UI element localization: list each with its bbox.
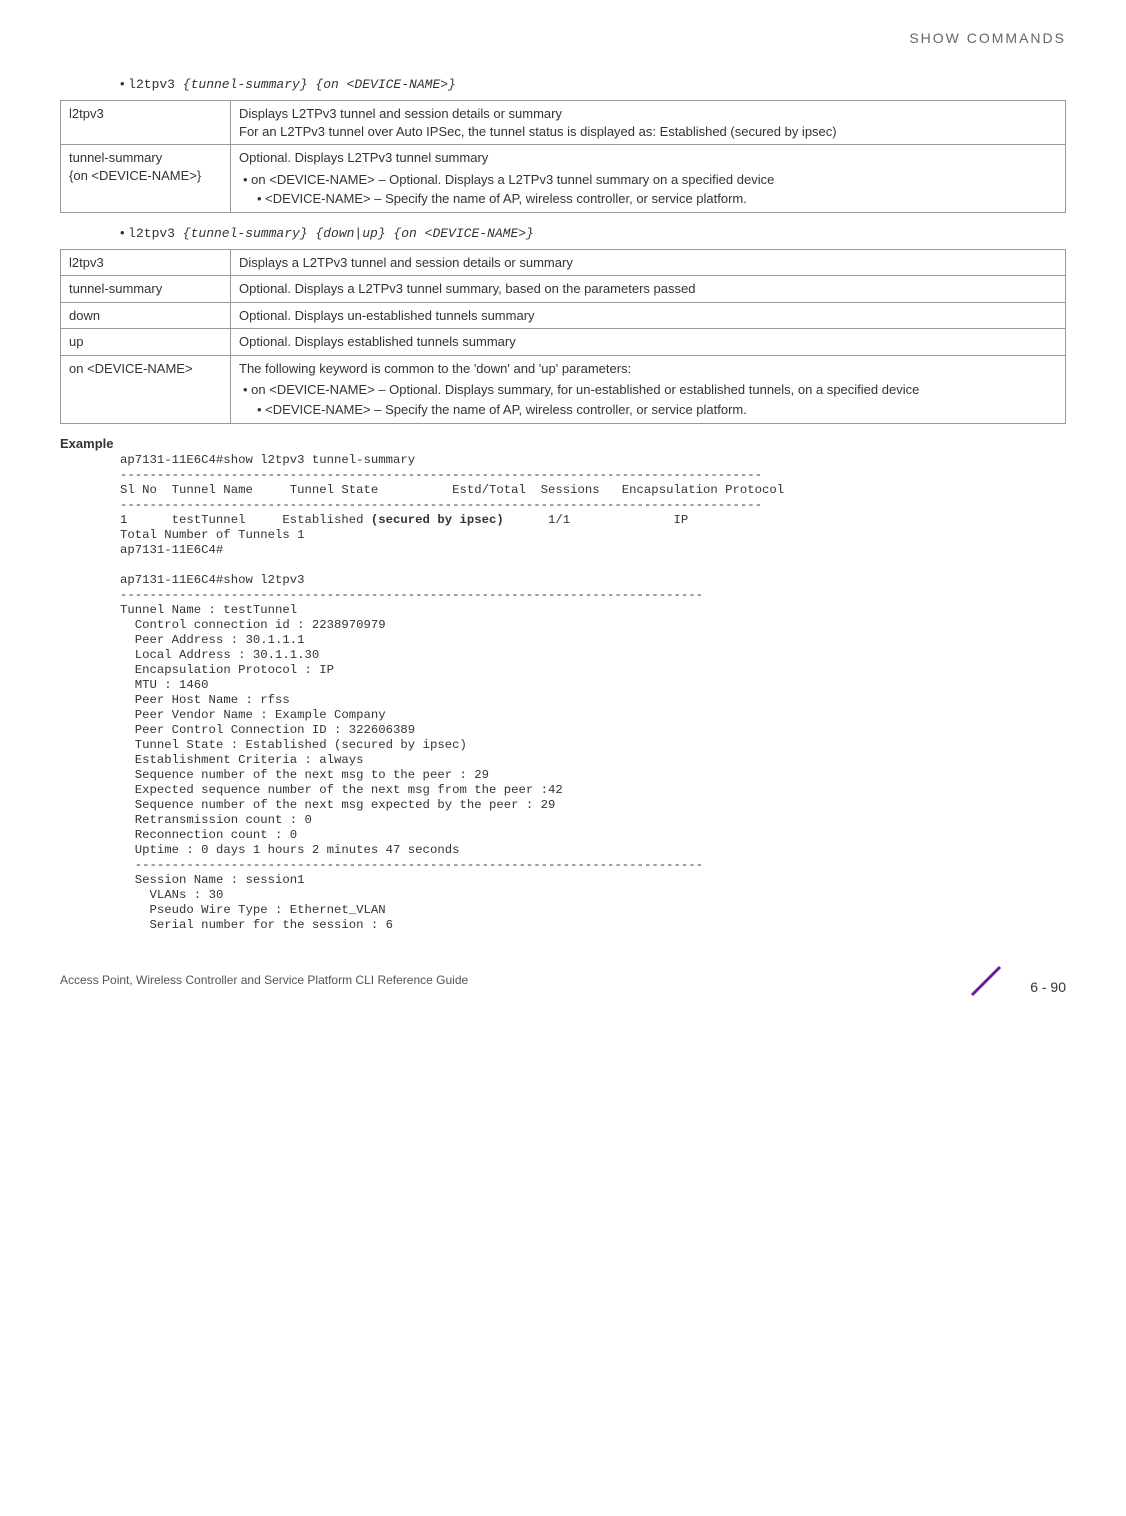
param-name: l2tpv3 xyxy=(61,249,231,276)
table-row: down Optional. Displays un-established t… xyxy=(61,302,1066,329)
desc-bullet: on <DEVICE-NAME> – Optional. Displays su… xyxy=(239,381,1057,399)
syntax2-args: {tunnel-summary} {down|up} {on <DEVICE-N… xyxy=(183,226,534,241)
terminal-output: ap7131-11E6C4#show l2tpv3 tunnel-summary… xyxy=(120,453,1066,933)
example-heading: Example xyxy=(60,436,1066,451)
syntax-line-2: l2tpv3 {tunnel-summary} {down|up} {on <D… xyxy=(120,225,1066,241)
param-name: down xyxy=(61,302,231,329)
footer-text: Access Point, Wireless Controller and Se… xyxy=(60,973,468,987)
param-line: {on <DEVICE-NAME>} xyxy=(69,167,222,185)
table-row: tunnel-summary Optional. Displays a L2TP… xyxy=(61,276,1066,303)
footer-slash-icon xyxy=(966,961,1006,1001)
table-row: up Optional. Displays established tunnel… xyxy=(61,329,1066,356)
param-desc: Displays a L2TPv3 tunnel and session det… xyxy=(231,249,1066,276)
syntax-line-1: l2tpv3 {tunnel-summary} {on <DEVICE-NAME… xyxy=(120,76,1066,92)
desc-line: Optional. Displays L2TPv3 tunnel summary xyxy=(239,149,1057,167)
param-desc: Optional. Displays un-established tunnel… xyxy=(231,302,1066,329)
table-row: l2tpv3 Displays a L2TPv3 tunnel and sess… xyxy=(61,249,1066,276)
param-desc: Optional. Displays established tunnels s… xyxy=(231,329,1066,356)
param-name: tunnel-summary xyxy=(61,276,231,303)
params-table-2: l2tpv3 Displays a L2TPv3 tunnel and sess… xyxy=(60,249,1066,424)
param-name: up xyxy=(61,329,231,356)
syntax1-cmd: l2tpv3 xyxy=(128,77,175,92)
desc-bullet: on <DEVICE-NAME> – Optional. Displays a … xyxy=(239,171,1057,189)
param-name: tunnel-summary {on <DEVICE-NAME>} xyxy=(61,145,231,213)
syntax1-args: {tunnel-summary} {on <DEVICE-NAME>} xyxy=(183,77,456,92)
term-bold: (secured by ipsec) xyxy=(371,513,504,527)
table-row: l2tpv3 Displays L2TPv3 tunnel and sessio… xyxy=(61,101,1066,145)
param-desc: Displays L2TPv3 tunnel and session detai… xyxy=(231,101,1066,145)
desc-line: Displays L2TPv3 tunnel and session detai… xyxy=(239,105,1057,123)
page-footer: Access Point, Wireless Controller and Se… xyxy=(60,973,1066,987)
param-desc: The following keyword is common to the '… xyxy=(231,355,1066,423)
param-desc: Optional. Displays a L2TPv3 tunnel summa… xyxy=(231,276,1066,303)
param-line: tunnel-summary xyxy=(69,149,222,167)
table-row: on <DEVICE-NAME> The following keyword i… xyxy=(61,355,1066,423)
desc-line: The following keyword is common to the '… xyxy=(239,360,1057,378)
table-row: tunnel-summary {on <DEVICE-NAME>} Option… xyxy=(61,145,1066,213)
param-desc: Optional. Displays L2TPv3 tunnel summary… xyxy=(231,145,1066,213)
param-name: on <DEVICE-NAME> xyxy=(61,355,231,423)
param-name: l2tpv3 xyxy=(61,101,231,145)
desc-sub-bullet: <DEVICE-NAME> – Specify the name of AP, … xyxy=(239,401,1057,419)
params-table-1: l2tpv3 Displays L2TPv3 tunnel and sessio… xyxy=(60,100,1066,213)
desc-sub-bullet: <DEVICE-NAME> – Specify the name of AP, … xyxy=(239,190,1057,208)
syntax2-cmd: l2tpv3 xyxy=(128,226,175,241)
page-number: 6 - 90 xyxy=(1030,979,1066,995)
page-header: SHOW COMMANDS xyxy=(60,30,1066,46)
term-post: 1/1 IP Total Number of Tunnels 1 ap7131-… xyxy=(120,513,703,932)
desc-line: For an L2TPv3 tunnel over Auto IPSec, th… xyxy=(239,123,1057,141)
